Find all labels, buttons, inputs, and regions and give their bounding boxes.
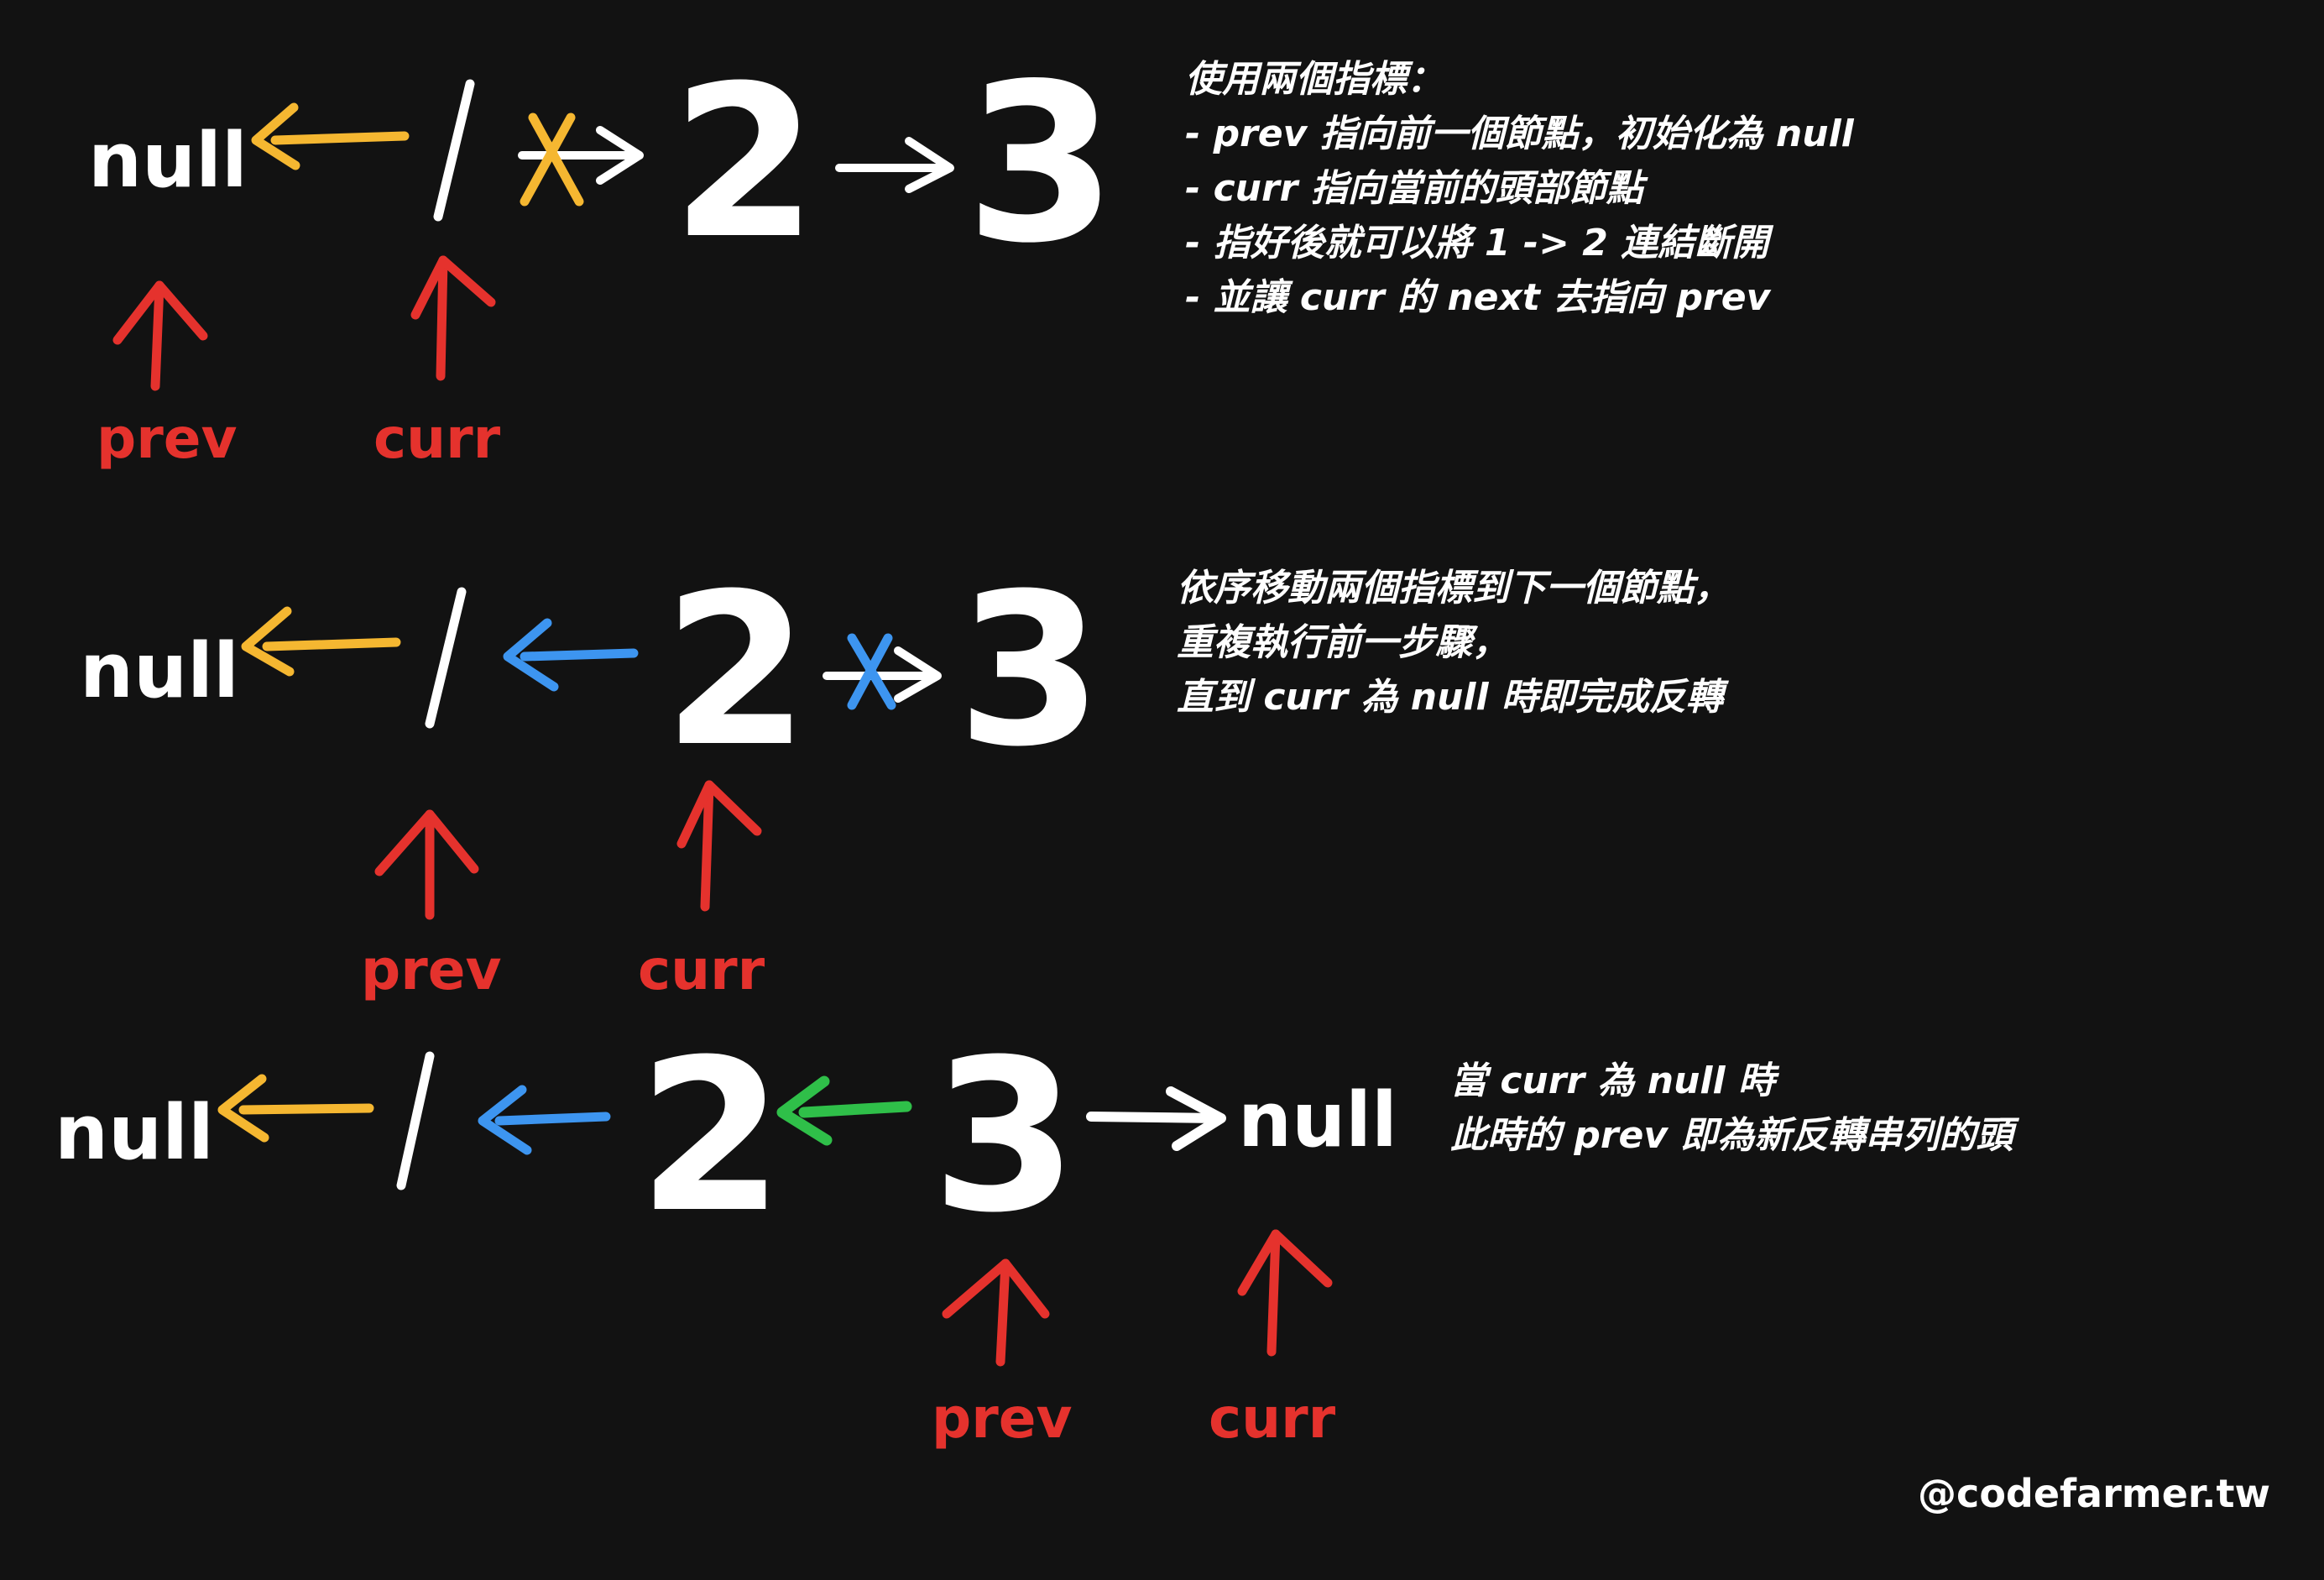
step2-note-line: 直到 curr 為 null 時即完成反轉 <box>1177 676 1723 719</box>
step3-null-left: null <box>55 1089 214 1177</box>
canvas: null 1 2 3 prev curr null 1 2 3 prev cur… <box>0 0 2324 1580</box>
step1-node-2: 2 <box>671 40 817 285</box>
step1-notes: 使用兩個指標： - prev 指向前一個節點，初始化為 null - curr … <box>1185 52 1854 325</box>
step1-note-line: - curr 指向當前的頭部節點 <box>1185 167 1643 210</box>
step2-notes: 依序移動兩個指標到下一個節點， 重複執行前一步驟， 直到 curr 為 null… <box>1177 561 1731 725</box>
step1-node-3: 3 <box>965 38 1117 291</box>
linked-list-reversal-diagram: null 1 2 3 prev curr null 1 2 3 prev cur… <box>0 0 1397 1451</box>
step1-note-line: - 並讓 curr 的 next 去指向 prev <box>1185 276 1771 319</box>
step3-node-1-label: 1 <box>0 0 1 1</box>
step1-curr-pointer: curr <box>373 255 501 471</box>
step2-node-1-label: 1 <box>0 0 1 1</box>
step2-null-left: null <box>80 627 239 715</box>
step3-curr-label: curr <box>1209 1386 1336 1451</box>
step3-node-2: 2 <box>638 1014 784 1258</box>
step1-null-left: null <box>88 117 248 205</box>
step2-arrow-2-to-1 <box>503 618 639 692</box>
step1-diagram: null 1 2 3 prev curr <box>0 0 1117 471</box>
step2-node-2: 2 <box>663 548 809 793</box>
step3-note-line: 當 curr 為 null 時 <box>1450 1059 1775 1102</box>
watermark: @codefarmer.tw <box>1918 1471 2270 1516</box>
step2-note-line: 依序移動兩個指標到下一個節點， <box>1177 567 1731 610</box>
step2-arrow-1-to-null <box>241 606 401 677</box>
step2-curr-label: curr <box>638 938 765 1002</box>
step2-node-3: 3 <box>957 548 1103 793</box>
step1-note-line: - prev 指向前一個節點，初始化為 null <box>1185 112 1854 155</box>
step3-note-line: 此時的 prev 即為新反轉串列的頭 <box>1450 1114 2013 1157</box>
step2-broken-link-2-to-3 <box>823 633 942 710</box>
step3-prev-pointer: prev <box>932 1258 1073 1451</box>
step1-prev-pointer: prev <box>97 280 238 471</box>
step1-arrow-1-to-null <box>251 102 410 170</box>
step2-note-line: 重複執行前一步驟， <box>1177 621 1509 664</box>
step1-curr-label: curr <box>373 406 501 471</box>
step3-prev-label: prev <box>932 1386 1073 1451</box>
step3-arrow-1-to-null <box>217 1074 374 1143</box>
step1-prev-label: prev <box>97 406 238 471</box>
step1-note-line: 使用兩個指標： <box>1185 58 1444 101</box>
step1-node-1-label: 1 <box>0 0 1 1</box>
step1-note-line: - 指好後就可以將 1 -> 2 連結斷開 <box>1185 222 1769 264</box>
step2-prev-pointer: prev <box>361 809 502 1002</box>
step2-node-1: 1 <box>0 0 467 729</box>
step3-curr-pointer: curr <box>1209 1229 1336 1451</box>
step2-curr-pointer: curr <box>638 780 765 1002</box>
step1-link-2-to-3 <box>835 137 954 193</box>
step1-broken-link-1-to-2 <box>518 112 644 207</box>
step3-notes: 當 curr 為 null 時 此時的 prev 即為新反轉串列的頭 <box>1450 1054 2013 1163</box>
step3-link-3-to-null <box>1086 1086 1226 1151</box>
step3-arrow-3-to-2 <box>776 1075 912 1146</box>
step3-node-3: 3 <box>932 1014 1078 1258</box>
step3-arrow-2-to-1 <box>478 1085 611 1155</box>
step2-prev-label: prev <box>361 938 502 1002</box>
step3-null-right: null <box>1238 1076 1397 1164</box>
